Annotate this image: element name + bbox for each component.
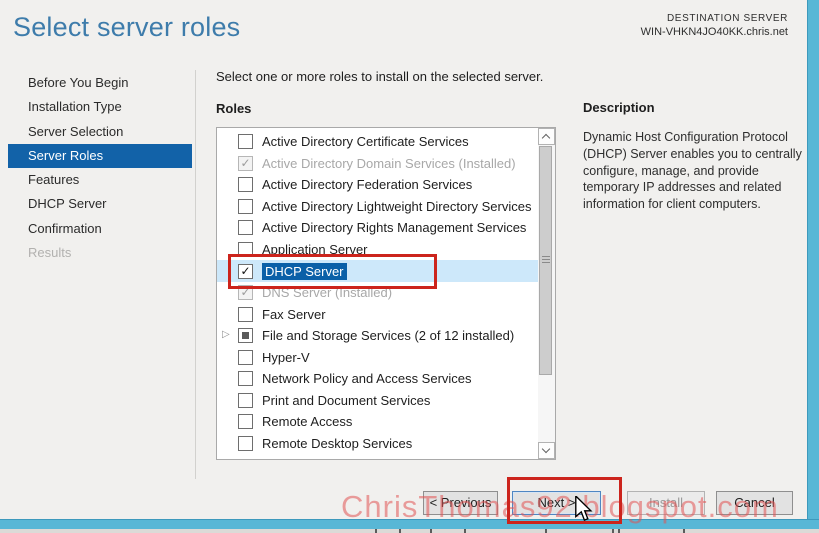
checkbox-unchecked-icon[interactable] [238, 414, 253, 430]
sidebar-divider [195, 70, 196, 479]
page-title: Select server roles [13, 12, 241, 42]
previous-button[interactable]: < Previous [423, 491, 498, 515]
sidebar-item-confirmation[interactable]: Confirmation [8, 217, 192, 241]
checkbox-unchecked-icon[interactable] [238, 198, 253, 214]
description-panel: Description Dynamic Host Configuration P… [583, 100, 804, 213]
checkbox-unchecked-icon[interactable] [238, 306, 253, 322]
checkbox-unchecked-icon[interactable] [238, 371, 253, 387]
background-window-edge-tick [618, 529, 620, 533]
expand-triangle-icon[interactable]: ▷ [222, 329, 230, 340]
next-button[interactable]: Next > [512, 491, 601, 515]
background-window-edge-tick [430, 529, 432, 533]
background-window-edge-tick [464, 529, 466, 533]
destination-server-block: DESTINATION SERVER WIN-VHKN4JO40KK.chris… [641, 13, 788, 38]
role-label: Remote Desktop Services [262, 435, 413, 451]
roles-scrollbar[interactable] [538, 128, 555, 459]
page-instruction: Select one or more roles to install on t… [216, 69, 544, 84]
description-text: Dynamic Host Configuration Protocol (DHC… [583, 130, 802, 211]
background-window-edge-tick [545, 529, 547, 533]
destination-server-label: DESTINATION SERVER [666, 13, 788, 24]
background-window-right-border [807, 0, 819, 533]
role-label-selected: DHCP Server [262, 262, 347, 280]
sidebar-item-server-roles[interactable]: Server Roles [8, 143, 192, 169]
checkbox-partial-icon[interactable] [238, 328, 253, 344]
sidebar-item-installation-type[interactable]: Installation Type [8, 95, 192, 119]
cancel-button[interactable]: Cancel [716, 491, 793, 515]
role-row[interactable]: Remote Desktop Services [217, 433, 538, 455]
role-label: Remote Access [262, 414, 353, 430]
sidebar-item-dhcp-server[interactable]: DHCP Server [8, 192, 192, 216]
background-window-edge-tick [399, 529, 401, 533]
description-heading: Description [583, 100, 655, 115]
role-row[interactable]: Active Directory Federation Services [217, 174, 538, 196]
checkbox-unchecked-icon[interactable] [238, 134, 253, 150]
role-row[interactable]: Remote Access [217, 411, 538, 433]
role-row[interactable]: DNS Server (Installed) [217, 282, 538, 304]
checkbox-unchecked-icon[interactable] [238, 392, 253, 408]
scrollbar-thumb[interactable] [539, 146, 552, 375]
role-row[interactable]: Network Policy and Access Services [217, 368, 538, 390]
checkbox-unchecked-icon[interactable] [238, 177, 253, 193]
checkbox-unchecked-icon[interactable] [238, 435, 253, 451]
checkbox-unchecked-icon[interactable] [238, 242, 253, 257]
role-label: Active Directory Federation Services [262, 177, 473, 193]
role-row[interactable]: Print and Document Services [217, 390, 538, 412]
role-row[interactable]: Active Directory Domain Services (Instal… [217, 153, 538, 175]
role-label: Print and Document Services [262, 392, 431, 408]
sidebar-item-before-you-begin[interactable]: Before You Begin [8, 71, 192, 95]
role-label: Network Policy and Access Services [262, 371, 472, 387]
role-label: Hyper-V [262, 349, 310, 365]
role-row[interactable]: Active Directory Rights Management Servi… [217, 217, 538, 239]
scroll-down-icon[interactable] [538, 442, 555, 459]
role-label: Application Server [262, 242, 368, 257]
role-label: Fax Server [262, 306, 326, 322]
checkbox-unchecked-icon[interactable] [238, 349, 253, 365]
checkbox-checked-disabled-icon [238, 155, 253, 171]
role-label: Active Directory Certificate Services [262, 134, 469, 150]
role-row[interactable]: Active Directory Certificate Services [217, 131, 538, 153]
background-window-edge-tick [683, 529, 685, 533]
background-window-edge-tick [612, 529, 614, 533]
role-row[interactable]: Application Server [217, 239, 538, 261]
wizard-steps-sidebar: Before You Begin Installation Type Serve… [8, 71, 192, 265]
role-label: DNS Server (Installed) [262, 285, 393, 301]
scroll-grip-icon [542, 259, 550, 260]
role-label: File and Storage Services (2 of 12 insta… [262, 328, 515, 344]
role-label: Active Directory Rights Management Servi… [262, 220, 527, 236]
role-row[interactable]: Active Directory Lightweight Directory S… [217, 196, 538, 218]
add-roles-wizard-window: Select server roles DESTINATION SERVER W… [0, 0, 819, 533]
roles-listbox: Active Directory Certificate Services Ac… [216, 127, 556, 460]
role-label: Active Directory Lightweight Directory S… [262, 198, 532, 214]
role-row[interactable]: Hyper-V [217, 346, 538, 368]
role-row-dhcp-server[interactable]: DHCP Server [217, 260, 538, 282]
checkbox-checked-icon[interactable] [238, 263, 253, 279]
install-button: Install [627, 491, 705, 515]
sidebar-item-results: Results [28, 245, 72, 261]
roles-rows: Active Directory Certificate Services Ac… [217, 131, 538, 454]
role-row[interactable]: Fax Server [217, 303, 538, 325]
background-window-edge-tick [375, 529, 377, 533]
sidebar-item-server-selection[interactable]: Server Selection [8, 120, 192, 144]
background-window-edge [0, 529, 819, 533]
sidebar-item-features[interactable]: Features [8, 168, 192, 192]
role-label: Active Directory Domain Services (Instal… [262, 155, 516, 171]
scroll-up-icon[interactable] [538, 128, 555, 145]
destination-server-name: WIN-VHKN4JO40KK.chris.net [640, 26, 788, 38]
roles-list-heading: Roles [216, 101, 252, 116]
role-row-file-storage[interactable]: ▷ File and Storage Services (2 of 12 ins… [217, 325, 538, 347]
checkbox-checked-disabled-icon [238, 285, 253, 301]
checkbox-unchecked-icon[interactable] [238, 220, 253, 236]
